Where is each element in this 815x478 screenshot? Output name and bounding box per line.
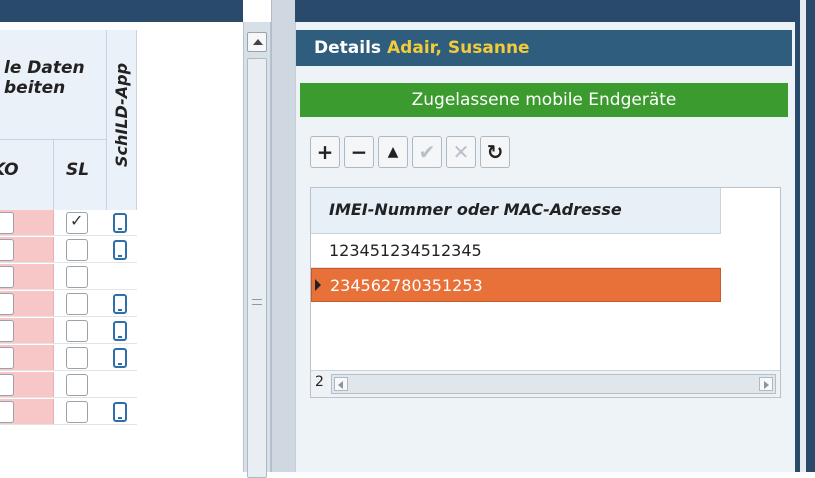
refresh-icon: ↻ xyxy=(486,140,504,164)
mobile-device-icon[interactable] xyxy=(113,294,127,314)
sl-checkbox[interactable] xyxy=(66,347,88,369)
mobile-device-icon[interactable] xyxy=(113,348,127,368)
row-count: 2 xyxy=(315,374,324,390)
panel-splitter[interactable] xyxy=(271,0,295,472)
ko-checkbox[interactable] xyxy=(0,320,14,342)
devices-grid: IMEI-Nummer oder MAC-Adresse 12345123451… xyxy=(310,187,781,398)
device-row[interactable]: 123451234512345 xyxy=(311,234,721,268)
column-header-ko-label: KO xyxy=(0,160,19,180)
device-row[interactable]: 234562780351253 xyxy=(311,268,721,302)
table-row[interactable] xyxy=(0,237,137,263)
move-up-button[interactable]: ▲ xyxy=(378,136,408,168)
column-header-sl-label: SL xyxy=(66,160,90,180)
ko-checkbox[interactable] xyxy=(0,347,14,369)
remove-button[interactable]: − xyxy=(344,136,374,168)
ko-cell[interactable] xyxy=(0,318,54,343)
column-group-header[interactable]: le Daten beiten xyxy=(0,30,107,140)
ko-cell[interactable] xyxy=(0,210,54,235)
sl-checkbox[interactable] xyxy=(66,266,88,288)
sl-checkbox[interactable] xyxy=(66,211,88,234)
sl-checkbox[interactable] xyxy=(66,293,88,315)
ko-checkbox[interactable] xyxy=(0,401,14,423)
table-row[interactable] xyxy=(0,264,137,290)
ko-checkbox[interactable] xyxy=(0,374,14,396)
sl-cell[interactable] xyxy=(54,345,107,370)
cancel-button[interactable]: ✕ xyxy=(446,136,476,168)
ko-checkbox[interactable] xyxy=(0,293,14,315)
confirm-button[interactable]: ✔ xyxy=(412,136,442,168)
mobile-device-icon[interactable] xyxy=(113,240,127,260)
minus-icon: − xyxy=(350,140,368,164)
table-row[interactable] xyxy=(0,318,137,344)
sl-cell[interactable] xyxy=(54,237,107,262)
table-row[interactable] xyxy=(0,399,137,425)
ko-cell[interactable] xyxy=(0,372,54,397)
mobile-device-icon[interactable] xyxy=(113,213,127,233)
table-row[interactable] xyxy=(0,345,137,371)
scroll-left-arrow-icon[interactable] xyxy=(334,377,348,391)
sl-cell[interactable] xyxy=(54,291,107,316)
top-bar xyxy=(0,0,243,22)
ko-checkbox[interactable] xyxy=(0,239,14,261)
details-header: Details Adair, Susanne xyxy=(296,30,792,66)
sl-cell[interactable] xyxy=(54,318,107,343)
sl-checkbox[interactable] xyxy=(66,320,88,342)
details-student-name: Adair, Susanne xyxy=(387,38,530,58)
ko-cell[interactable] xyxy=(0,399,54,424)
column-header-sl[interactable]: SL xyxy=(54,140,107,210)
window-edge-inner xyxy=(800,0,806,472)
sl-checkbox[interactable] xyxy=(66,374,88,396)
add-button[interactable]: + xyxy=(310,136,340,168)
student-grid: le Daten beiten KO SL SchILD-App xyxy=(0,22,243,472)
scrollbar-grip-icon xyxy=(252,299,262,305)
ko-checkbox[interactable] xyxy=(0,212,14,234)
details-panel: Details Adair, Susanne Zugelassene mobile… xyxy=(295,22,795,472)
grid-empty-area xyxy=(721,188,780,368)
details-title: Details xyxy=(314,38,382,58)
checkmark-icon: ✔ xyxy=(418,140,436,164)
sl-cell[interactable] xyxy=(54,264,107,289)
plus-icon: + xyxy=(316,140,334,164)
ko-checkbox[interactable] xyxy=(0,266,14,288)
arrow-up-icon: ▲ xyxy=(387,144,399,160)
ko-cell[interactable] xyxy=(0,345,54,370)
mobile-device-icon[interactable] xyxy=(113,321,127,341)
devices-banner: Zugelassene mobile Endgeräte xyxy=(300,83,788,117)
sl-cell[interactable] xyxy=(54,210,107,235)
sl-checkbox[interactable] xyxy=(66,239,88,261)
column-header-schild-app[interactable]: SchILD-App xyxy=(107,30,137,210)
current-row-indicator-icon xyxy=(315,279,321,291)
vertical-scrollbar[interactable] xyxy=(243,22,271,478)
column-header-ko[interactable]: KO xyxy=(0,140,54,210)
table-row[interactable] xyxy=(0,291,137,317)
column-header-schild-app-label: SchILD-App xyxy=(112,62,131,168)
table-row[interactable] xyxy=(0,372,137,398)
sl-cell[interactable] xyxy=(54,399,107,424)
column-group-header-line1: le Daten xyxy=(4,58,85,78)
ko-cell[interactable] xyxy=(0,264,54,289)
sl-checkbox[interactable] xyxy=(66,401,88,423)
column-group-header-line2: beiten xyxy=(4,78,66,98)
horizontal-scrollbar[interactable] xyxy=(331,374,776,394)
close-icon: ✕ xyxy=(452,140,470,164)
scroll-right-arrow-icon[interactable] xyxy=(759,377,773,391)
ko-cell[interactable] xyxy=(0,237,54,262)
sl-cell[interactable] xyxy=(54,372,107,397)
column-header-imei[interactable]: IMEI-Nummer oder MAC-Adresse xyxy=(311,188,721,234)
grid-footer: 2 xyxy=(311,370,780,397)
refresh-button[interactable]: ↻ xyxy=(480,136,510,168)
table-row[interactable] xyxy=(0,210,137,236)
right-top-bar xyxy=(295,0,795,22)
scroll-up-arrow-icon[interactable] xyxy=(247,32,267,52)
mobile-device-icon[interactable] xyxy=(113,402,127,422)
scrollbar-thumb[interactable] xyxy=(247,58,267,478)
ko-cell[interactable] xyxy=(0,291,54,316)
